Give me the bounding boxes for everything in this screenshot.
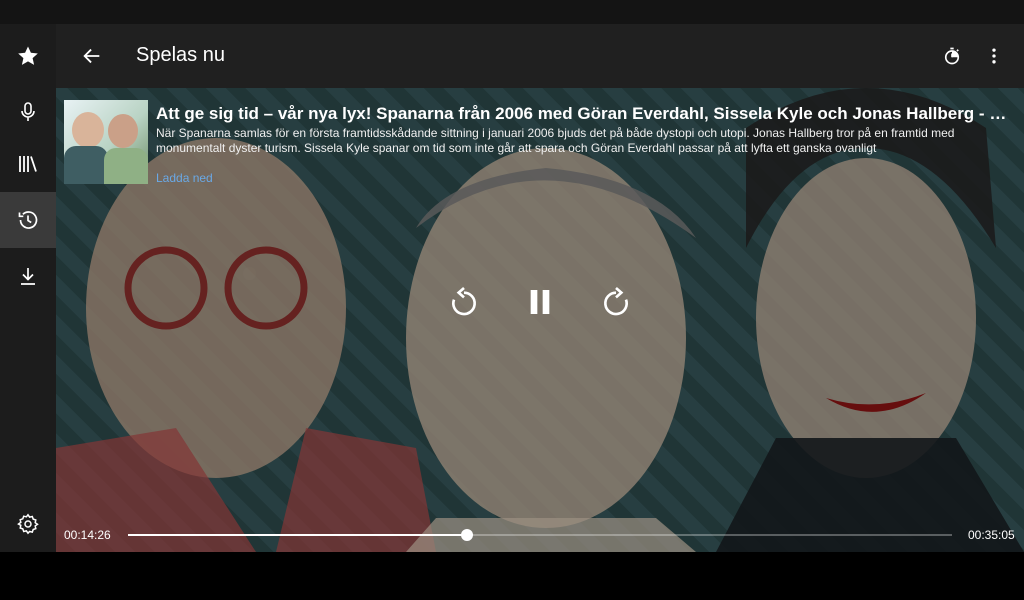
sidebar-item-library[interactable]: [0, 136, 56, 192]
episode-thumbnail: [64, 100, 148, 184]
elapsed-time: 00:14:26: [64, 528, 111, 542]
sidebar-item-settings[interactable]: [0, 496, 56, 552]
pause-icon: [530, 290, 550, 314]
more-options-button[interactable]: [978, 40, 1010, 72]
forward-icon: [604, 286, 628, 316]
sleep-timer-icon: [944, 47, 960, 65]
sidebar-item-history[interactable]: [0, 192, 56, 248]
navigation-bar: [0, 552, 1024, 600]
back-button[interactable]: [76, 40, 108, 72]
star-icon: [18, 46, 38, 65]
status-bar: [0, 0, 1024, 24]
microphone-icon: [21, 102, 35, 121]
seek-bar[interactable]: [128, 529, 952, 541]
arrow-back-icon: [83, 48, 100, 64]
sidebar: [0, 24, 56, 552]
forward-button[interactable]: [596, 282, 636, 322]
pause-button[interactable]: [520, 282, 560, 322]
history-icon: [18, 211, 38, 229]
sleep-timer-button[interactable]: [936, 40, 968, 72]
toolbar: Spelas nu: [56, 24, 1024, 88]
sidebar-item-downloads[interactable]: [0, 248, 56, 304]
episode-title: Att ge sig tid – vår nya lyx! Spanarna f…: [156, 104, 1016, 123]
episode-description: När Spanarna samlas för en första framti…: [156, 126, 955, 155]
episode-info: Att ge sig tid – vår nya lyx! Spanarna f…: [64, 100, 1016, 190]
page-title: Spelas nu: [136, 44, 225, 66]
seek-progress: [128, 534, 467, 536]
library-icon: [19, 156, 37, 172]
seek-thumb[interactable]: [460, 529, 473, 541]
rewind-button[interactable]: [444, 282, 484, 322]
more-vert-icon: [992, 48, 996, 64]
sidebar-item-podcasts[interactable]: [0, 84, 56, 140]
sidebar-item-favorites[interactable]: [0, 28, 56, 84]
download-link[interactable]: Ladda ned: [156, 171, 213, 185]
replay-icon: [452, 286, 476, 316]
gear-icon: [17, 513, 39, 535]
total-duration: 00:35:05: [968, 528, 1015, 542]
download-icon: [21, 268, 35, 285]
